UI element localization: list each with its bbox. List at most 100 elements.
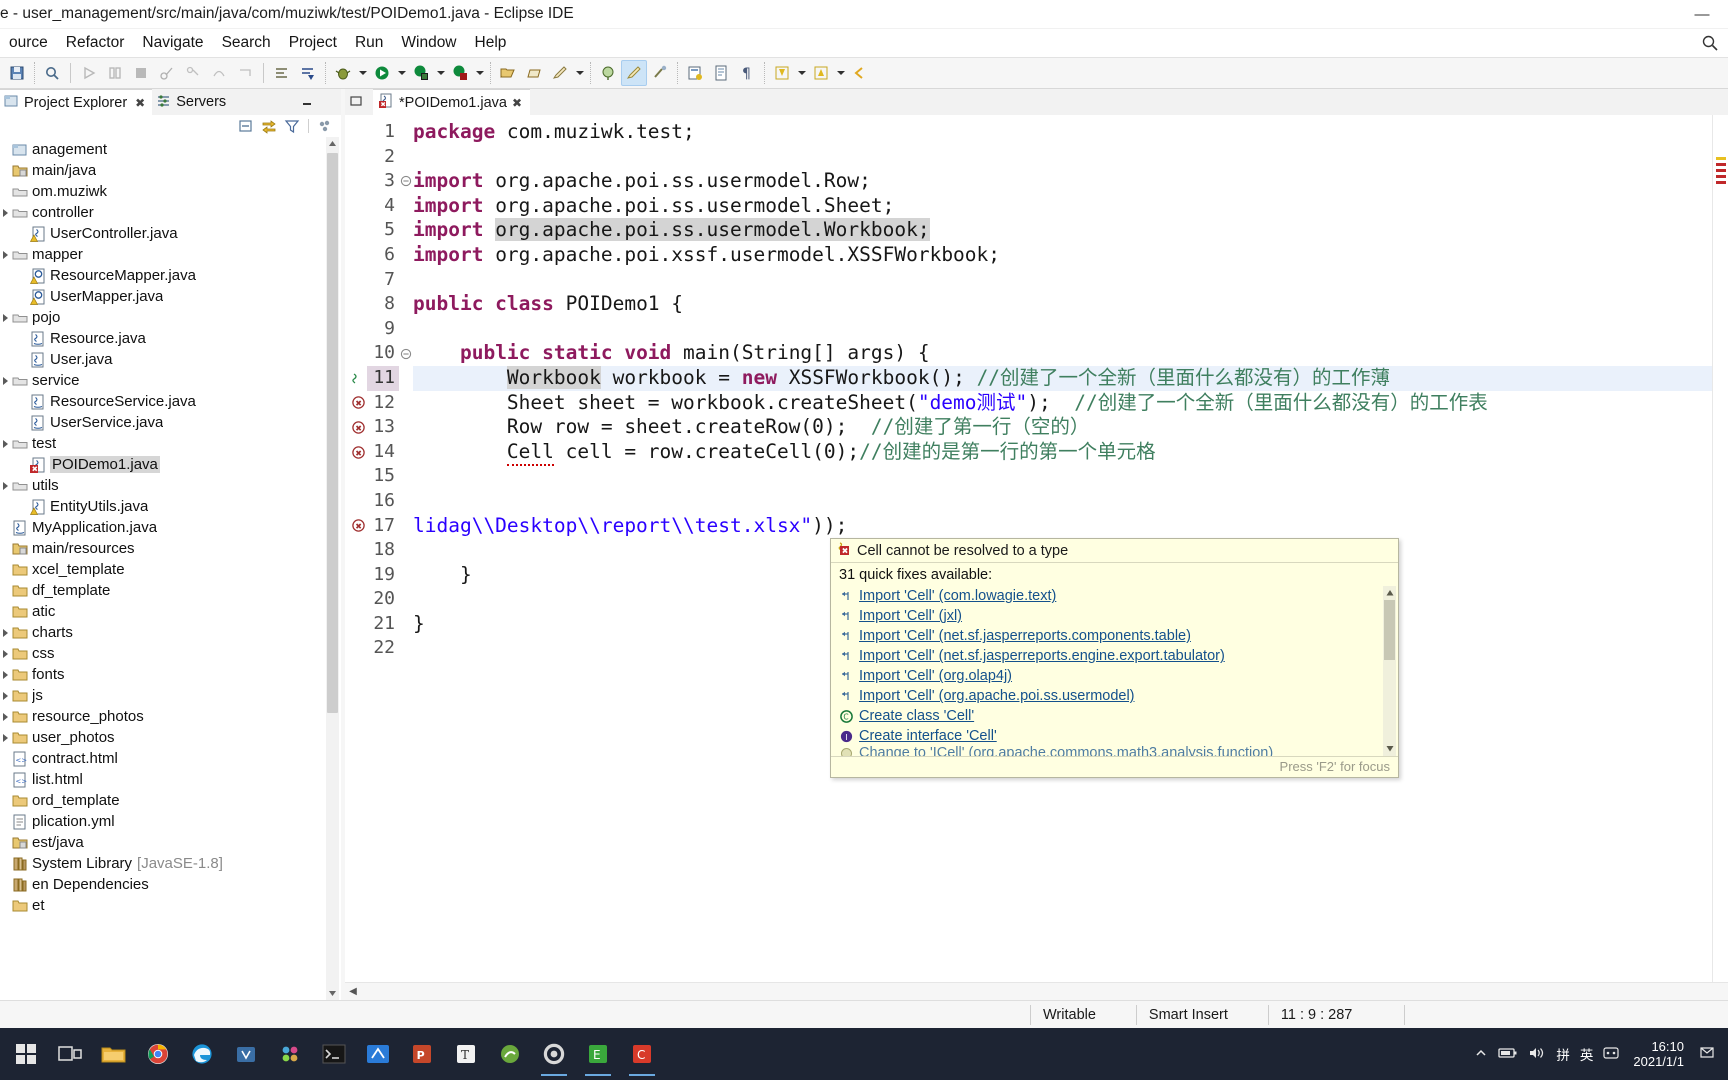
start-button-icon[interactable] [4, 1030, 48, 1078]
tree-item[interactable]: ResourceMapper.java [0, 265, 341, 286]
new-dropdown-chevron-down-icon[interactable] [573, 60, 586, 86]
chevron-right-icon[interactable] [0, 475, 11, 496]
chevron-right-icon[interactable] [0, 643, 11, 664]
close-icon[interactable]: ✖ [135, 96, 145, 110]
external-tools-icon[interactable] [647, 60, 673, 86]
tree-item[interactable]: UserController.java [0, 223, 341, 244]
tree-item[interactable]: Resource.java [0, 328, 341, 349]
scroll-down-icon[interactable] [326, 987, 339, 1000]
typora-icon[interactable]: T [444, 1030, 488, 1078]
debug-suspend-icon[interactable] [102, 60, 128, 86]
quick-fix-item[interactable]: Import 'Cell' (net.sf.jasperreports.engi… [839, 646, 1398, 666]
overview-ruler[interactable] [1712, 115, 1728, 982]
view-menu-icon[interactable] [315, 117, 335, 135]
task-view-icon[interactable] [48, 1030, 92, 1078]
code-line[interactable]: Workbook workbook = new XSSFWorkbook(); … [413, 365, 1712, 391]
scroll-up-icon[interactable] [1383, 586, 1396, 599]
code-line[interactable]: import org.apache.poi.ss.usermodel.Sheet… [413, 194, 1712, 219]
tray-expand[interactable] [1474, 1046, 1488, 1063]
powerpoint-icon[interactable]: P [400, 1030, 444, 1078]
tree-item[interactable]: est/java [0, 832, 341, 853]
apps-icon[interactable] [268, 1030, 312, 1078]
chevron-right-icon[interactable] [0, 244, 11, 265]
overview-error-marker[interactable] [1716, 175, 1726, 178]
tree-item[interactable]: UserMapper.java [0, 286, 341, 307]
code-line[interactable]: import org.apache.poi.xssf.usermodel.XSS… [413, 243, 1712, 268]
overview-error-marker[interactable] [1716, 169, 1726, 172]
tree-item[interactable]: atic [0, 601, 341, 622]
debug-server-dropdown-chevron-down-icon[interactable] [473, 60, 486, 86]
quick-fix-item[interactable]: Change to 'ICell' (org.apache.commons.ma… [839, 746, 1398, 756]
step-over-icon[interactable] [206, 60, 232, 86]
run-dropdown-chevron-down-icon[interactable] [395, 60, 408, 86]
step-return-icon[interactable] [232, 60, 258, 86]
debug-dropdown-chevron-down-icon[interactable] [356, 60, 369, 86]
code-line[interactable] [413, 317, 1712, 342]
tree-item[interactable]: pojo [0, 307, 341, 328]
tree-item[interactable]: xcel_template [0, 559, 341, 580]
tree-item[interactable]: plication.yml [0, 811, 341, 832]
ime-english-label[interactable]: 英 [1580, 1044, 1594, 1064]
next-edit-dropdown-chevron-down-icon[interactable] [795, 60, 808, 86]
tree-item[interactable]: anagement [0, 139, 341, 160]
previous-edit-location-icon[interactable] [808, 60, 834, 86]
quick-fix-item[interactable]: Import 'Cell' (com.lowagie.text) [839, 586, 1398, 606]
code-line[interactable] [413, 464, 1712, 489]
chevron-right-icon[interactable] [0, 370, 11, 391]
chevron-right-icon[interactable] [0, 307, 11, 328]
tree-item[interactable]: om.muziwk [0, 181, 341, 202]
tree-item[interactable]: test [0, 433, 341, 454]
filter-icon[interactable] [282, 117, 302, 135]
code-line[interactable] [413, 268, 1712, 293]
error-marker-icon[interactable]: ✖ [345, 415, 367, 440]
tab-servers[interactable]: Servers [152, 89, 233, 115]
tree-vertical-scrollbar[interactable] [326, 137, 339, 1000]
quick-fix-item[interactable]: I Create interface 'Cell' [839, 726, 1398, 746]
edge-icon[interactable] [180, 1030, 224, 1078]
coverage-icon[interactable] [595, 60, 621, 86]
code-line[interactable]: public static void main(String[] args) { [413, 341, 1712, 366]
debug-server-icon[interactable] [447, 60, 473, 86]
scroll-up-icon[interactable] [326, 137, 339, 150]
back-icon[interactable] [847, 60, 873, 86]
code-line[interactable] [413, 489, 1712, 514]
eclipse-icon[interactable]: E [576, 1030, 620, 1078]
tree-item[interactable]: main/resources [0, 538, 341, 559]
new-class-icon[interactable] [682, 60, 708, 86]
tree-item[interactable]: <> contract.html [0, 748, 341, 769]
tree-item[interactable]: fonts [0, 664, 341, 685]
tree-item[interactable]: ord_template [0, 790, 341, 811]
volume-icon[interactable] [1528, 1046, 1546, 1063]
menu-item-help[interactable]: Help [466, 32, 516, 54]
restore-editor-icon[interactable] [349, 94, 365, 110]
fold-collapse-icon[interactable] [399, 341, 413, 366]
new-java-project-icon[interactable] [547, 60, 573, 86]
previous-annotation-icon[interactable] [295, 60, 321, 86]
paragraph-icon[interactable]: ¶ [734, 60, 760, 86]
next-edit-location-icon[interactable] [769, 60, 795, 86]
project-tree[interactable]: anagement main/java om.muziwk controller Use… [0, 137, 341, 1000]
save-all-icon[interactable] [4, 60, 30, 86]
chevron-right-icon[interactable] [0, 685, 11, 706]
menu-item-window[interactable]: Window [392, 32, 465, 54]
code-line[interactable]: public class POIDemo1 { [413, 292, 1712, 317]
collapse-all-icon[interactable] [236, 117, 256, 135]
chevron-right-icon[interactable] [0, 727, 11, 748]
tree-item[interactable]: mapper [0, 244, 341, 265]
tree-item[interactable]: <> list.html [0, 769, 341, 790]
quick-fix-item[interactable]: Import 'Cell' (org.apache.poi.ss.usermod… [839, 686, 1398, 706]
tree-item[interactable]: controller [0, 202, 341, 223]
folding-ruler[interactable] [399, 115, 413, 982]
menu-item-refactor[interactable]: Refactor [57, 32, 134, 54]
tree-item[interactable]: UserService.java [0, 412, 341, 433]
minimize-button[interactable]: — [1676, 0, 1728, 29]
code-line[interactable] [413, 145, 1712, 170]
menu-item-search[interactable]: Search [213, 32, 280, 54]
run-icon[interactable] [369, 60, 395, 86]
link-with-editor-icon[interactable] [259, 117, 279, 135]
chevron-right-icon[interactable] [0, 664, 11, 685]
previous-edit-dropdown-chevron-down-icon[interactable] [834, 60, 847, 86]
marker-bar[interactable]: ✖ ✖ ✖ ✖ [345, 115, 367, 982]
tree-item[interactable]: EntityUtils.java [0, 496, 341, 517]
run-server-dropdown-chevron-down-icon[interactable] [434, 60, 447, 86]
